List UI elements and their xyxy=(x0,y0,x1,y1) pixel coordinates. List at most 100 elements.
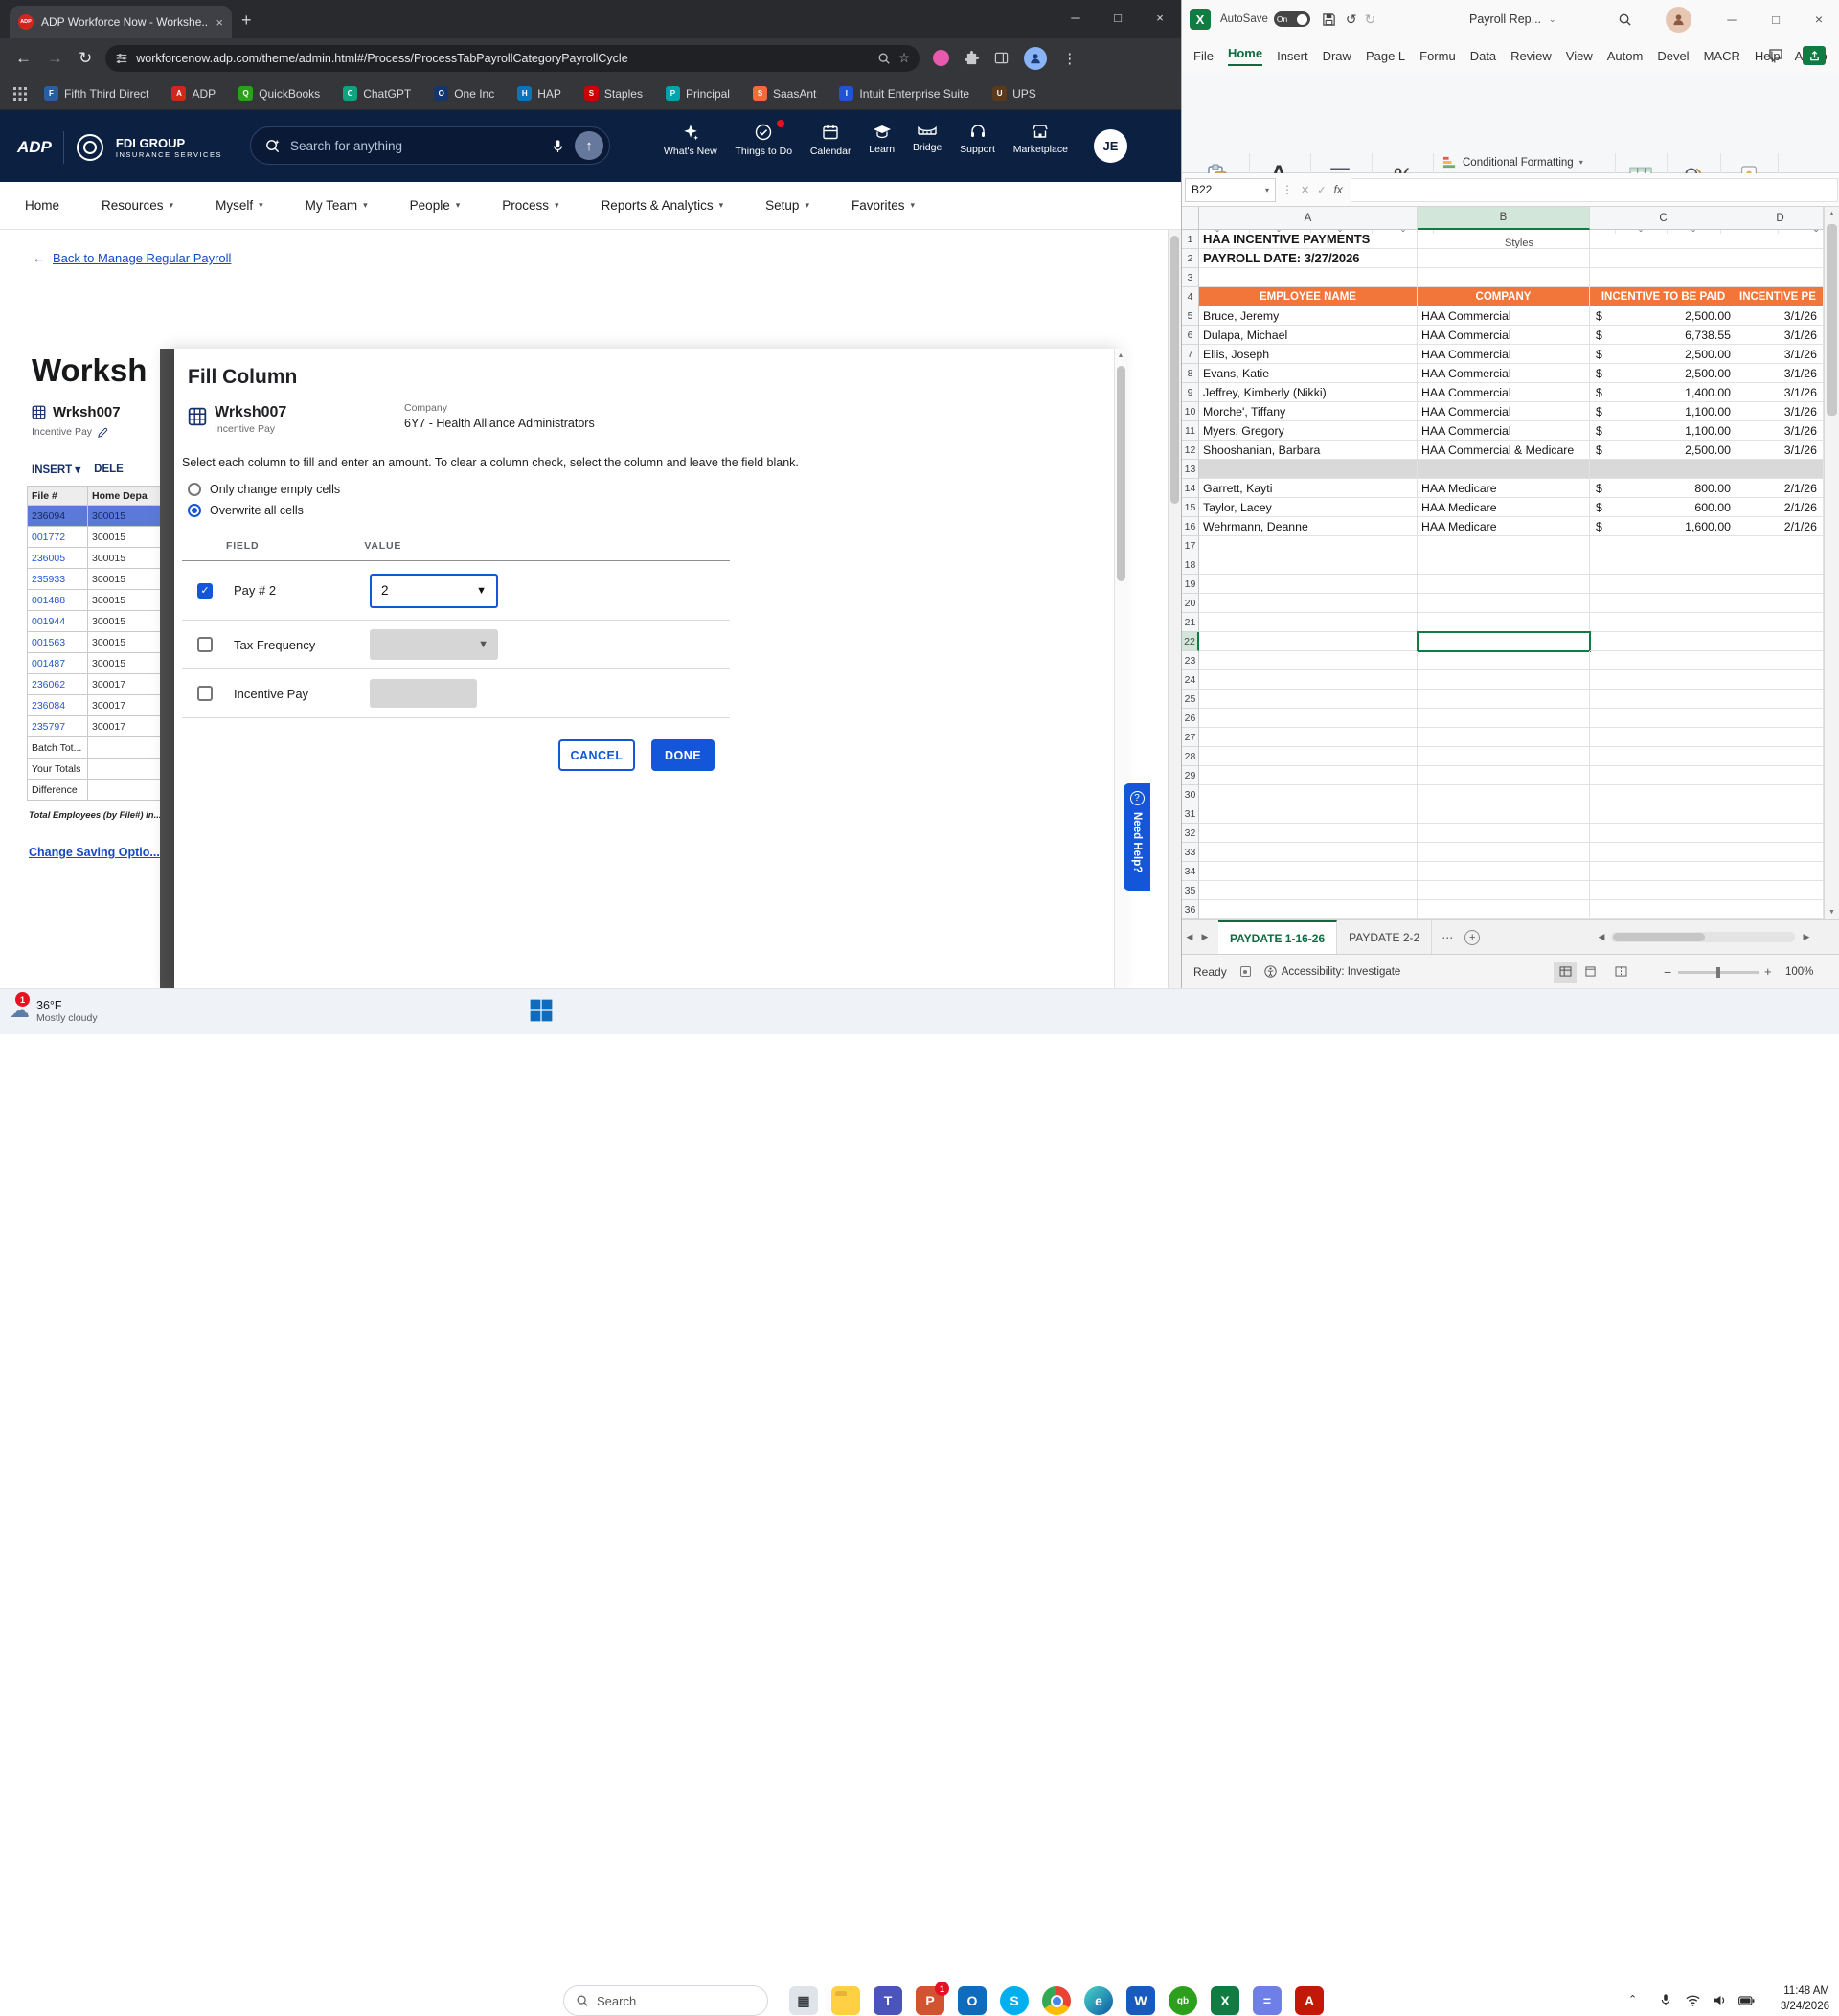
cell-D20[interactable] xyxy=(1737,594,1824,613)
change-saving-link[interactable]: Change Saving Optio... xyxy=(29,846,160,859)
cell-C16[interactable]: $1,600.00 xyxy=(1590,517,1737,536)
cell-B36[interactable] xyxy=(1418,900,1590,919)
cell-A14[interactable]: Garrett, Kayti xyxy=(1199,479,1418,498)
bookmark-item[interactable]: FFifth Third Direct xyxy=(44,86,148,101)
cell-D21[interactable] xyxy=(1737,613,1824,632)
menu-review[interactable]: Review xyxy=(1510,49,1552,63)
cell-A23[interactable] xyxy=(1199,651,1418,670)
quickbooks-icon[interactable]: qb xyxy=(1169,1986,1197,2015)
nav-myself[interactable]: Myself▾ xyxy=(216,198,263,213)
cell-D28[interactable] xyxy=(1737,747,1824,766)
browser-menu-icon[interactable]: ⋮ xyxy=(1062,50,1077,67)
address-bar[interactable]: workforcenow.adp.com/theme/admin.html#/P… xyxy=(105,45,920,72)
cell-B11[interactable]: HAA Commercial xyxy=(1418,421,1590,441)
worksheet-cell[interactable]: 001488 xyxy=(28,590,88,610)
extensions-puzzle-icon[interactable] xyxy=(965,51,979,65)
cell-D24[interactable] xyxy=(1737,670,1824,690)
cell-C1[interactable] xyxy=(1590,230,1737,249)
autosave-toggle[interactable]: On xyxy=(1274,11,1310,27)
cell-A22[interactable] xyxy=(1199,632,1418,651)
worksheet-row[interactable]: 235797300017 xyxy=(28,716,160,737)
cell-B10[interactable]: HAA Commercial xyxy=(1418,402,1590,421)
row-header-21[interactable]: 21 xyxy=(1182,613,1199,632)
sheet-tab-paydate-2-2[interactable]: PAYDATE 2-2 xyxy=(1337,920,1432,954)
weather-widget[interactable]: ☁ 36°F Mostly cloudy xyxy=(10,995,98,1028)
tune-icon[interactable] xyxy=(115,52,128,65)
cell-B35[interactable] xyxy=(1418,881,1590,900)
excel-search-icon[interactable] xyxy=(1618,12,1632,27)
add-sheet-button[interactable]: + xyxy=(1464,930,1480,945)
cell-B30[interactable] xyxy=(1418,785,1590,804)
row-header-27[interactable]: 27 xyxy=(1182,728,1199,747)
comments-icon[interactable] xyxy=(1768,48,1783,63)
formula-input[interactable] xyxy=(1351,178,1838,202)
cell-A21[interactable] xyxy=(1199,613,1418,632)
cell-D6[interactable]: 3/1/26 xyxy=(1737,326,1824,345)
cell-B9[interactable]: HAA Commercial xyxy=(1418,383,1590,402)
cell-A26[interactable] xyxy=(1199,709,1418,728)
row-header-23[interactable]: 23 xyxy=(1182,651,1199,670)
cell-D5[interactable]: 3/1/26 xyxy=(1737,306,1824,326)
zoom-level[interactable]: 100% xyxy=(1785,966,1813,978)
cell-B6[interactable]: HAA Commercial xyxy=(1418,326,1590,345)
cell-C32[interactable] xyxy=(1590,824,1737,843)
column-header-C[interactable]: C xyxy=(1590,207,1737,230)
cell-A13[interactable] xyxy=(1199,460,1418,479)
cell-B17[interactable] xyxy=(1418,536,1590,555)
back-icon[interactable]: ← xyxy=(15,49,32,68)
cell-A35[interactable] xyxy=(1199,881,1418,900)
chrome-icon[interactable] xyxy=(1042,1986,1071,2015)
page-layout-view-icon[interactable] xyxy=(1584,966,1597,977)
cell-C2[interactable] xyxy=(1590,249,1737,268)
hscroll-right-icon[interactable]: ▶ xyxy=(1799,920,1814,954)
fx-icon[interactable]: fx xyxy=(1333,183,1342,196)
cell-C31[interactable] xyxy=(1590,804,1737,824)
edit-pencil-icon[interactable] xyxy=(98,427,108,438)
cell-D12[interactable]: 3/1/26 xyxy=(1737,441,1824,460)
option-overwrite-all[interactable]: Overwrite all cells xyxy=(188,504,304,517)
scrollbar-thumb[interactable] xyxy=(1117,366,1125,581)
menu-draw[interactable]: Draw xyxy=(1323,49,1351,63)
profile-avatar[interactable] xyxy=(1024,47,1047,70)
checkbox-unchecked-icon[interactable] xyxy=(197,637,213,652)
powerpoint-icon[interactable]: P1 xyxy=(916,1986,944,2015)
row-header-12[interactable]: 12 xyxy=(1182,441,1199,460)
cell-B22[interactable] xyxy=(1418,632,1590,651)
cell-A1[interactable]: HAA INCENTIVE PAYMENTS xyxy=(1199,230,1418,249)
bookmark-item[interactable]: SStaples xyxy=(584,86,643,101)
cell-A8[interactable]: Evans, Katie xyxy=(1199,364,1418,383)
worksheet-cell[interactable]: 300015 xyxy=(88,632,160,652)
cell-D4[interactable]: INCENTIVE PE xyxy=(1737,287,1824,306)
worksheet-cell[interactable]: 300017 xyxy=(88,674,160,694)
word-icon[interactable]: W xyxy=(1126,1986,1155,2015)
cell-D36[interactable] xyxy=(1737,900,1824,919)
bookmark-item[interactable]: CChatGPT xyxy=(343,86,411,101)
cell-C17[interactable] xyxy=(1590,536,1737,555)
reload-icon[interactable]: ↻ xyxy=(79,49,92,68)
row-header-3[interactable]: 3 xyxy=(1182,268,1199,287)
cell-C23[interactable] xyxy=(1590,651,1737,670)
row-header-29[interactable]: 29 xyxy=(1182,766,1199,785)
start-button[interactable] xyxy=(529,998,554,1023)
search-lens-icon[interactable] xyxy=(877,52,891,65)
menu-autom[interactable]: Autom xyxy=(1607,49,1644,63)
row-header-32[interactable]: 32 xyxy=(1182,824,1199,843)
checkbox-unchecked-icon[interactable] xyxy=(197,686,213,701)
cell-C35[interactable] xyxy=(1590,881,1737,900)
row-header-20[interactable]: 20 xyxy=(1182,594,1199,613)
row-header-25[interactable]: 25 xyxy=(1182,690,1199,709)
cell-A6[interactable]: Dulapa, Michael xyxy=(1199,326,1418,345)
cell-C4[interactable]: INCENTIVE TO BE PAID xyxy=(1590,287,1737,306)
cell-D16[interactable]: 2/1/26 xyxy=(1737,517,1824,536)
cell-C9[interactable]: $1,400.00 xyxy=(1590,383,1737,402)
cell-D19[interactable] xyxy=(1737,575,1824,594)
cell-B27[interactable] xyxy=(1418,728,1590,747)
cell-B13[interactable] xyxy=(1418,460,1590,479)
column-header-B[interactable]: B xyxy=(1418,207,1590,230)
row-header-9[interactable]: 9 xyxy=(1182,383,1199,402)
cell-D10[interactable]: 3/1/26 xyxy=(1737,402,1824,421)
cell-D13[interactable] xyxy=(1737,460,1824,479)
cell-D29[interactable] xyxy=(1737,766,1824,785)
share-button[interactable] xyxy=(1803,46,1826,65)
cell-D27[interactable] xyxy=(1737,728,1824,747)
